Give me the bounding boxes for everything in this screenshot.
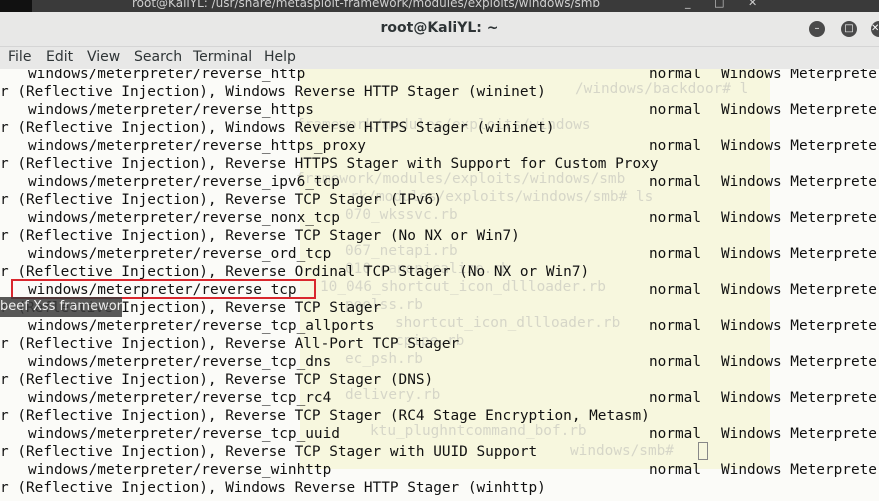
bg-maximize-icon[interactable]: □ <box>714 0 724 9</box>
menu-search[interactable]: Search <box>134 49 182 65</box>
highlight-annotation-box <box>11 279 316 299</box>
module-description: Windows Meterprete <box>721 426 877 442</box>
terminal-output[interactable]: /windows/backdoor# l framework/modules/e… <box>0 69 879 501</box>
module-description: Windows Meterprete <box>721 246 877 262</box>
module-description-continued: r (Reflective Injection), Reverse TCP St… <box>0 444 538 460</box>
bg-close-icon[interactable]: ✕ <box>748 0 757 9</box>
module-description-continued: r (Reflective Injection), Reverse HTTPS … <box>0 156 659 172</box>
module-description: Windows Meterprete <box>721 69 877 82</box>
module-name: windows/meterpreter/reverse_ord_tcp <box>28 246 332 262</box>
module-description-continued: r (Reflective Injection), Windows Revers… <box>0 480 546 496</box>
module-description-continued: r (Reflective Injection), Reverse TCP St… <box>0 192 442 208</box>
menu-bar: File Edit View Search Terminal Help <box>0 47 879 69</box>
module-description: Windows Meterprete <box>721 462 877 478</box>
menu-edit[interactable]: Edit <box>46 49 73 65</box>
module-rank: normal <box>649 318 701 334</box>
window-title: root@KaliYL: ~ <box>380 20 499 36</box>
module-rank: normal <box>649 138 701 154</box>
tooltip-text: beef Xss framework <box>0 299 122 314</box>
maximize-button[interactable]: □ <box>841 21 857 37</box>
module-rank: normal <box>649 174 701 190</box>
module-description-continued: r (Reflective Injection), Reverse TCP St… <box>0 408 650 424</box>
module-rank: normal <box>649 462 701 478</box>
text-cursor <box>698 442 708 460</box>
module-rank: normal <box>649 246 701 262</box>
module-name: windows/meterpreter/reverse_tcp_uuid <box>28 426 340 442</box>
module-name: windows/meterpreter/reverse_ipv6_tcp <box>28 174 340 190</box>
background-window-titlebar: root@KaliYL: /usr/share/metasploit-frame… <box>0 0 879 12</box>
module-description-continued: r (Reflective Injection), Reverse All-Po… <box>0 336 460 352</box>
module-rank: normal <box>649 210 701 226</box>
window-titlebar[interactable]: root@KaliYL: ~ – □ ✕ <box>0 12 879 47</box>
module-description-continued: r (Reflective Injection), Windows Revers… <box>0 84 546 100</box>
ghost-text: shortcut_icon_dllloader.rb <box>395 315 621 331</box>
ghost-text: windows/smb# <box>570 443 674 459</box>
tooltip: beef Xss framework <box>0 297 122 317</box>
minimize-button[interactable]: – <box>809 21 825 37</box>
module-description: Windows Meterprete <box>721 102 877 118</box>
module-name: windows/meterpreter/reverse_winhttp <box>28 462 332 478</box>
module-name: windows/meterpreter/reverse_nonx_tcp <box>28 210 340 226</box>
module-description: Windows Meterprete <box>721 390 877 406</box>
module-rank: normal <box>649 102 701 118</box>
menu-terminal[interactable]: Terminal <box>193 49 252 65</box>
module-description: Windows Meterprete <box>721 282 877 298</box>
bg-minimize-icon[interactable]: _ <box>685 0 691 9</box>
module-name: windows/meterpreter/reverse_https_proxy <box>28 138 366 154</box>
menu-view[interactable]: View <box>87 49 120 65</box>
background-window-edge <box>0 0 32 12</box>
background-window-title: root@KaliYL: /usr/share/metasploit-frame… <box>132 0 601 10</box>
module-description: Windows Meterprete <box>721 354 877 370</box>
terminal-window: root@KaliYL: ~ – □ ✕ File Edit View Sear… <box>0 12 879 501</box>
module-description-continued: r (Reflective Injection), Reverse TCP St… <box>0 372 434 388</box>
module-name: windows/meterpreter/reverse_https <box>28 102 314 118</box>
module-name: windows/meterpreter/reverse_tcp_allports <box>28 318 375 334</box>
module-name: windows/meterpreter/reverse_tcp_dns <box>28 354 332 370</box>
module-description: Windows Meterprete <box>721 210 877 226</box>
module-description-continued: r (Reflective Injection), Reverse TCP St… <box>0 228 520 244</box>
module-rank: normal <box>649 282 701 298</box>
module-description: Windows Meterprete <box>721 174 877 190</box>
menu-file[interactable]: File <box>8 49 31 65</box>
module-description-continued: r (Reflective Injection), Windows Revers… <box>0 120 555 136</box>
module-rank: normal <box>649 390 701 406</box>
module-rank: normal <box>649 354 701 370</box>
module-rank: normal <box>649 69 701 82</box>
module-name: windows/meterpreter/reverse_http <box>28 69 306 82</box>
module-description: Windows Meterprete <box>721 318 877 334</box>
module-name: windows/meterpreter/reverse_tcp_rc4 <box>28 390 332 406</box>
module-rank: normal <box>649 426 701 442</box>
module-description: Windows Meterprete <box>721 138 877 154</box>
menu-help[interactable]: Help <box>264 49 296 65</box>
